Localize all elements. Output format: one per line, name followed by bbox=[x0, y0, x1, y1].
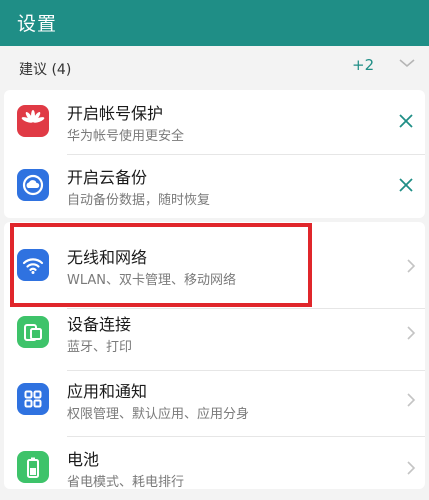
close-icon[interactable] bbox=[396, 111, 416, 131]
cloud-backup-icon bbox=[17, 169, 49, 201]
suggestion-item-account-protection[interactable]: 开启帐号保护 华为帐号使用更安全 bbox=[4, 90, 425, 154]
settings-list: 无线和网络 WLAN、双卡管理、移动网络 设备连接 蓝牙、打印 应用和通知 权限… bbox=[4, 222, 425, 490]
suggestions-header[interactable]: 建议 (4) +2 bbox=[0, 46, 429, 88]
settings-item-title: 应用和通知 bbox=[67, 382, 148, 401]
settings-item-apps-notifications[interactable]: 应用和通知 权限管理、默认应用、应用分身 bbox=[4, 368, 425, 432]
close-icon[interactable] bbox=[396, 175, 416, 195]
settings-item-device-connection[interactable]: 设备连接 蓝牙、打印 bbox=[4, 301, 425, 365]
settings-item-wireless-network[interactable]: 无线和网络 WLAN、双卡管理、移动网络 bbox=[4, 234, 425, 298]
suggestion-item-title: 开启帐号保护 bbox=[67, 104, 164, 123]
chevron-right-icon bbox=[407, 461, 416, 475]
suggestion-item-subtitle: 华为帐号使用更安全 bbox=[67, 129, 185, 144]
suggestions-label: 建议 (4) bbox=[19, 62, 72, 78]
settings-item-title: 无线和网络 bbox=[67, 248, 148, 267]
settings-item-battery[interactable]: 电池 省电模式、耗电排行 bbox=[4, 436, 425, 500]
settings-item-title: 设备连接 bbox=[67, 315, 132, 334]
settings-item-title: 电池 bbox=[67, 450, 100, 469]
page-title: 设置 bbox=[17, 13, 58, 35]
suggestion-item-cloud-backup[interactable]: 开启云备份 自动备份数据，随时恢复 bbox=[4, 154, 425, 218]
device-connection-icon bbox=[17, 316, 49, 348]
huawei-logo-icon bbox=[17, 105, 49, 137]
chevron-right-icon bbox=[407, 326, 416, 340]
chevron-right-icon bbox=[407, 259, 416, 273]
chevron-right-icon bbox=[407, 393, 416, 407]
more-suggestions-count[interactable]: +2 bbox=[352, 56, 374, 74]
settings-item-subtitle: 蓝牙、打印 bbox=[67, 340, 133, 355]
apps-icon bbox=[17, 383, 49, 415]
title-bar: 设置 bbox=[0, 0, 429, 46]
settings-item-subtitle: 权限管理、默认应用、应用分身 bbox=[67, 407, 250, 422]
suggestion-item-title: 开启云备份 bbox=[67, 168, 148, 187]
suggestions-card: 开启帐号保护 华为帐号使用更安全 开启云备份 自动备份数据，随时恢复 bbox=[4, 90, 425, 218]
settings-item-subtitle: WLAN、双卡管理、移动网络 bbox=[67, 273, 237, 288]
battery-icon bbox=[17, 451, 49, 483]
wifi-icon bbox=[17, 249, 49, 281]
chevron-down-icon[interactable] bbox=[398, 56, 416, 70]
settings-item-subtitle: 省电模式、耗电排行 bbox=[67, 475, 185, 490]
suggestion-item-subtitle: 自动备份数据，随时恢复 bbox=[67, 193, 211, 208]
